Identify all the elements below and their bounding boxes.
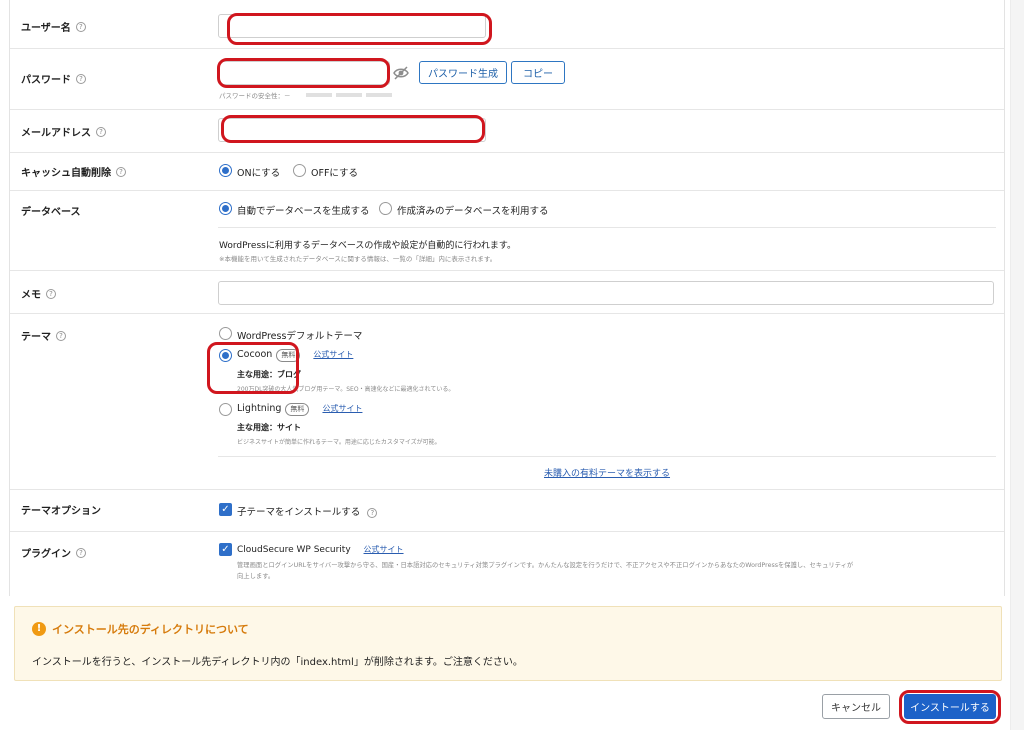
plugin-description-line-2: 向上します。 xyxy=(237,573,275,580)
highlight-annotation xyxy=(899,690,1001,724)
check-icon: ✓ xyxy=(221,544,230,555)
cache-off-radio[interactable] xyxy=(293,164,306,177)
eye-slash-icon[interactable] xyxy=(392,64,410,82)
email-label: メールアドレス ? xyxy=(21,124,106,139)
scrollbar[interactable] xyxy=(1010,0,1024,730)
database-existing-radio[interactable] xyxy=(379,202,392,215)
notice-title-text: インストール先のディレクトリについて xyxy=(52,623,249,636)
theme-default-radio[interactable] xyxy=(219,327,232,340)
cache-row: キャッシュ自動削除 ? xyxy=(10,153,1004,191)
help-icon[interactable]: ? xyxy=(116,166,126,177)
database-divider xyxy=(218,227,996,228)
password-strength-bar xyxy=(306,93,332,97)
memo-label: メモ ? xyxy=(21,286,56,301)
database-label: データベース xyxy=(21,203,81,218)
directory-notice: ! インストール先のディレクトリについて インストールを行うと、インストール先デ… xyxy=(14,606,1002,681)
generate-password-button[interactable]: パスワード生成 xyxy=(419,61,507,84)
cache-off-label: OFFにする xyxy=(311,168,359,179)
theme-option-row: テーマオプション xyxy=(10,490,1004,532)
plugin-official-site-link[interactable]: 公式サイト xyxy=(364,545,404,554)
cache-on-radio[interactable] xyxy=(219,164,232,177)
help-icon[interactable]: ? xyxy=(96,126,106,137)
password-row: パスワード ? xyxy=(10,49,1004,110)
show-paid-themes-link[interactable]: 未購入の有料テーマを表示する xyxy=(544,466,670,479)
theme-option-label: テーマオプション xyxy=(21,502,101,517)
help-icon[interactable]: ? xyxy=(75,21,86,32)
theme-divider xyxy=(218,456,996,457)
theme-default-label: WordPressデフォルトテーマ xyxy=(237,331,363,342)
database-subnote: ※本機能を用いて生成されたデータベースに関する情報は、一覧の「詳細」内に表示され… xyxy=(219,255,497,263)
help-icon[interactable]: ? xyxy=(56,330,66,341)
theme-row: テーマ ? xyxy=(10,314,1004,490)
help-icon[interactable]: ? xyxy=(76,547,86,558)
memo-label-text: メモ xyxy=(21,290,41,301)
theme-label: テーマ ? xyxy=(21,328,66,343)
redaction-annotation xyxy=(217,58,390,88)
help-icon[interactable]: ? xyxy=(367,508,378,518)
theme-label-text: テーマ xyxy=(21,332,51,343)
plugin-option: CloudSecure WP Security 公式サイト xyxy=(237,544,404,555)
notice-title: ! インストール先のディレクトリについて xyxy=(32,621,249,637)
database-label-text: データベース xyxy=(21,207,81,218)
password-strength-text: パスワードの安全性：－ xyxy=(219,92,291,100)
username-row: ユーザー名 ? xyxy=(10,0,1004,49)
highlight-annotation xyxy=(207,342,299,394)
cocoon-official-site-link[interactable]: 公式サイト xyxy=(313,350,353,359)
warning-icon: ! xyxy=(32,622,46,636)
copy-button[interactable]: コピー xyxy=(511,61,565,84)
help-icon[interactable]: ? xyxy=(46,288,56,299)
plugin-label: プラグイン ? xyxy=(21,545,86,560)
lightning-usage: 主な用途：サイト xyxy=(237,423,301,432)
password-label: パスワード ? xyxy=(21,71,86,86)
theme-lightning-option: Lightning 無料 公式サイト xyxy=(237,403,362,416)
password-label-text: パスワード xyxy=(21,75,71,86)
plugin-name: CloudSecure WP Security xyxy=(237,545,351,555)
password-strength-bar xyxy=(366,93,392,97)
notice-body: インストールを行うと、インストール先ディレクトリ内の「index.html」が削… xyxy=(32,657,523,668)
database-auto-radio[interactable] xyxy=(219,202,232,215)
plugin-checkbox[interactable]: ✓ xyxy=(219,543,232,556)
cancel-button[interactable]: キャンセル xyxy=(822,694,890,719)
redaction-annotation xyxy=(227,13,492,45)
database-existing-label: 作成済みのデータベースを利用する xyxy=(397,206,549,217)
database-note: WordPressに利用するデータベースの作成や設定が自動的に行われます。 xyxy=(219,241,517,251)
plugin-description-line-1: 管理画面とログインURLをサイバー攻撃から守る、国産・日本語対応のセキュリティ対… xyxy=(237,562,854,569)
email-label-text: メールアドレス xyxy=(21,128,91,139)
theme-lightning-name: Lightning xyxy=(237,403,282,414)
password-strength-bar xyxy=(336,93,362,97)
theme-lightning-radio[interactable] xyxy=(219,403,232,416)
memo-input[interactable] xyxy=(218,281,994,305)
username-label-text: ユーザー名 xyxy=(21,23,71,34)
install-page: ユーザー名 ? パスワード ? パスワード生成 コピー パスワードの安全性：－ … xyxy=(0,0,1024,730)
cache-label: キャッシュ自動削除 ? xyxy=(21,164,126,179)
lightning-official-site-link[interactable]: 公式サイト xyxy=(322,404,362,413)
username-label: ユーザー名 ? xyxy=(21,19,86,34)
cache-on-label: ONにする xyxy=(237,168,281,179)
child-theme-checkbox[interactable]: ✓ xyxy=(219,503,232,516)
database-auto-label: 自動でデータベースを生成する xyxy=(237,206,370,217)
email-row: メールアドレス ? xyxy=(10,110,1004,153)
redaction-annotation xyxy=(221,115,485,143)
cache-label-text: キャッシュ自動削除 xyxy=(21,168,111,179)
child-theme-label: 子テーマをインストールする ? xyxy=(237,504,378,518)
check-icon: ✓ xyxy=(221,504,230,515)
lightning-description: ビジネスサイトが簡単に作れるテーマ。用途に応じたカスタマイズが可能。 xyxy=(237,439,441,446)
help-icon[interactable]: ? xyxy=(76,73,86,84)
plugin-label-text: プラグイン xyxy=(21,549,71,560)
theme-option-label-text: テーマオプション xyxy=(21,506,101,517)
free-badge: 無料 xyxy=(285,403,310,416)
child-theme-label-text: 子テーマをインストールする xyxy=(237,507,361,518)
